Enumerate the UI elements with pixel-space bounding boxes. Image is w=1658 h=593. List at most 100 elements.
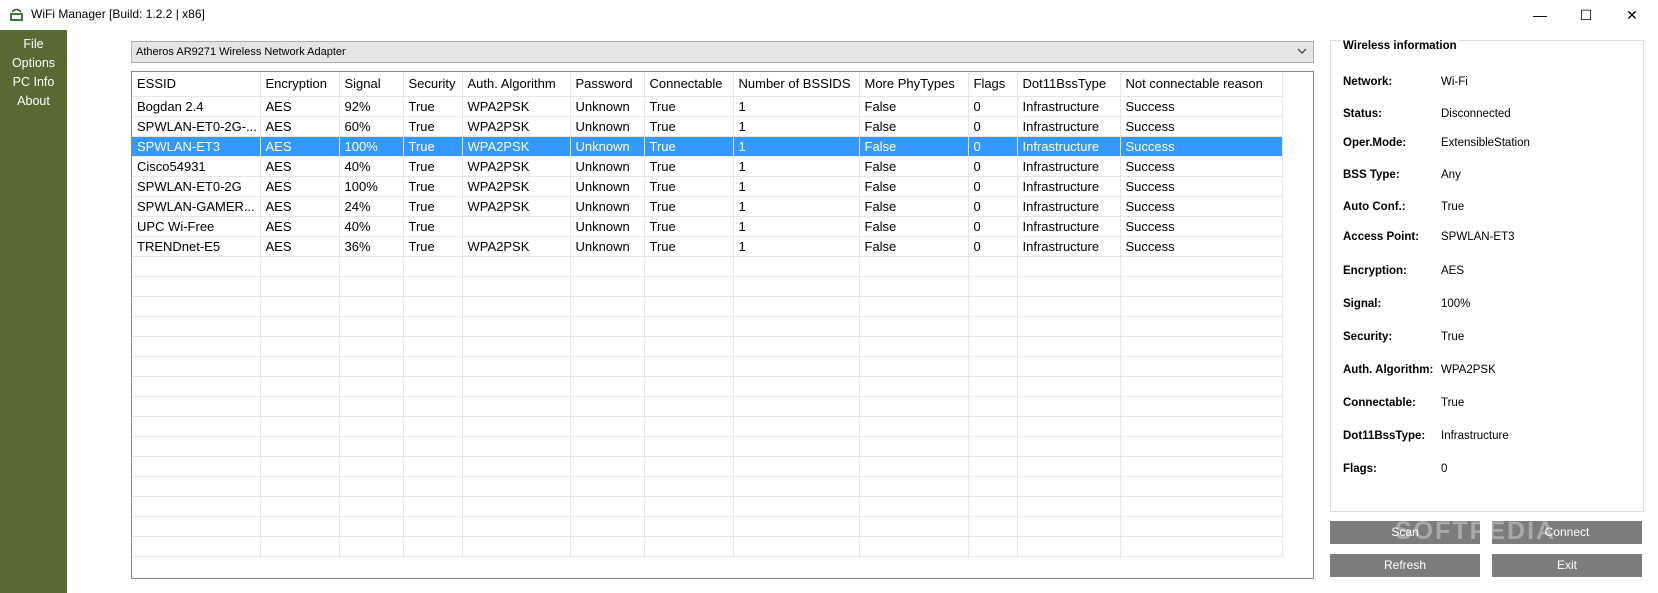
exit-button[interactable]: Exit xyxy=(1492,554,1642,577)
network-grid[interactable]: ESSID Encryption Signal Security Auth. Algor… xyxy=(131,71,1314,579)
column-header[interactable]: Connectable xyxy=(644,72,734,97)
table-cell: SPWLAN-ET3 xyxy=(132,136,261,157)
table-cell: Infrastructure xyxy=(1017,196,1121,217)
empty-cell xyxy=(339,336,404,357)
table-cell: True xyxy=(403,236,463,257)
empty-cell xyxy=(1120,456,1283,477)
empty-cell xyxy=(1120,296,1283,317)
column-header[interactable]: Security xyxy=(403,72,463,97)
info-label: Security: xyxy=(1343,331,1393,343)
close-icon[interactable]: ✕ xyxy=(1609,0,1655,30)
empty-cell xyxy=(968,396,1018,417)
empty-row xyxy=(132,256,1283,277)
empty-cell xyxy=(968,356,1018,377)
table-header: ESSID Encryption Signal Security Auth. Algor… xyxy=(132,72,1283,97)
empty-cell xyxy=(859,276,969,297)
empty-cell xyxy=(859,256,969,277)
table-cell: False xyxy=(859,236,969,257)
window-title: WiFi Manager [Build: 1.2.2 | x86] xyxy=(31,7,205,21)
empty-cell xyxy=(644,496,734,517)
info-label: Dot11BssType: xyxy=(1343,430,1426,442)
empty-cell xyxy=(339,256,404,277)
column-header[interactable]: Encryption xyxy=(260,72,340,97)
empty-cell xyxy=(733,436,860,457)
table-cell: 100% xyxy=(339,136,404,157)
empty-cell xyxy=(339,296,404,317)
empty-cell xyxy=(132,456,261,477)
empty-cell xyxy=(1120,276,1283,297)
table-cell: False xyxy=(859,216,969,237)
empty-cell xyxy=(1120,376,1283,397)
empty-cell xyxy=(132,256,261,277)
empty-cell xyxy=(260,376,340,397)
empty-cell xyxy=(1120,256,1283,277)
table-cell: False xyxy=(859,96,969,117)
sidebar-item-file[interactable]: File xyxy=(0,35,67,54)
empty-cell xyxy=(859,336,969,357)
adapter-select[interactable]: Atheros AR9271 Wireless Network Adapter xyxy=(131,41,1314,63)
empty-cell xyxy=(403,256,463,277)
column-header[interactable]: More PhyTypes xyxy=(859,72,969,97)
empty-cell xyxy=(132,316,261,337)
info-value: ExtensibleStation xyxy=(1441,137,1530,149)
empty-cell xyxy=(570,416,645,437)
empty-cell xyxy=(733,336,860,357)
empty-cell xyxy=(1120,476,1283,497)
empty-cell xyxy=(570,296,645,317)
table-cell: SPWLAN-ET0-2G xyxy=(132,176,261,197)
column-header[interactable]: Flags xyxy=(968,72,1018,97)
empty-row xyxy=(132,376,1283,397)
maximize-icon[interactable]: ☐ xyxy=(1563,0,1609,30)
minimize-icon[interactable]: — xyxy=(1517,0,1563,30)
empty-cell xyxy=(260,476,340,497)
table-cell: 40% xyxy=(339,156,404,177)
empty-cell xyxy=(644,296,734,317)
column-header[interactable]: Signal xyxy=(339,72,404,97)
table-cell: Success xyxy=(1120,136,1283,157)
empty-cell xyxy=(132,536,261,557)
table-row[interactable]: SPWLAN-ET3 AES 100% True WPA2PSK Unknown True 1… xyxy=(132,136,1283,157)
table-row[interactable]: SPWLAN-ET0-2G-... AES 60% True WPA2PSK Unknow… xyxy=(132,116,1283,137)
table-cell: Infrastructure xyxy=(1017,136,1121,157)
table-cell: Success xyxy=(1120,116,1283,137)
table-cell: SPWLAN-ET0-2G-... xyxy=(132,116,261,137)
empty-cell xyxy=(570,376,645,397)
info-value: Disconnected xyxy=(1441,108,1511,120)
table-cell: AES xyxy=(260,156,340,177)
column-header[interactable]: ESSID xyxy=(132,72,261,97)
column-header[interactable]: Auth. Algorithm xyxy=(462,72,571,97)
empty-cell xyxy=(403,456,463,477)
table-row[interactable]: SPWLAN-ET0-2G AES 100% True WPA2PSK Unknown Tr… xyxy=(132,176,1283,197)
empty-cell xyxy=(1017,256,1121,277)
empty-cell xyxy=(859,536,969,557)
column-header[interactable]: Dot11BssType xyxy=(1017,72,1121,97)
table-cell: 24% xyxy=(339,196,404,217)
table-row[interactable]: Bogdan 2.4 AES 92% True WPA2PSK Unknown True 1 F… xyxy=(132,96,1283,117)
table-cell: 0 xyxy=(968,116,1018,137)
table-cell: 1 xyxy=(733,96,860,117)
column-header[interactable]: Number of BSSIDS xyxy=(733,72,860,97)
table-cell: True xyxy=(644,116,734,137)
table-row[interactable]: TRENDnet-E5 AES 36% True WPA2PSK Unknown True 1… xyxy=(132,236,1283,257)
empty-cell xyxy=(968,516,1018,537)
refresh-button[interactable]: Refresh xyxy=(1330,554,1480,577)
column-header[interactable]: Not connectable reason xyxy=(1120,72,1283,97)
empty-cell xyxy=(462,296,571,317)
empty-cell xyxy=(339,436,404,457)
info-value: True xyxy=(1441,331,1465,343)
table-row[interactable]: SPWLAN-GAMER... AES 24% True WPA2PSK Unknown T… xyxy=(132,196,1283,217)
empty-cell xyxy=(570,336,645,357)
empty-cell xyxy=(1017,516,1121,537)
empty-row xyxy=(132,476,1283,497)
sidebar-item-pc-info[interactable]: PC Info xyxy=(0,73,67,92)
sidebar-item-options[interactable]: Options xyxy=(0,54,67,73)
table-cell: Cisco54931 xyxy=(132,156,261,177)
empty-cell xyxy=(403,516,463,537)
empty-cell xyxy=(462,336,571,357)
table-row[interactable]: UPC Wi-Free AES 40% True Unknown True 1 False 0 I… xyxy=(132,216,1283,237)
column-header[interactable]: Password xyxy=(570,72,645,97)
table-row[interactable]: Cisco54931 AES 40% True WPA2PSK Unknown True 1 F… xyxy=(132,156,1283,177)
empty-cell xyxy=(260,536,340,557)
sidebar-item-about[interactable]: About xyxy=(0,92,67,111)
table-cell: True xyxy=(644,156,734,177)
